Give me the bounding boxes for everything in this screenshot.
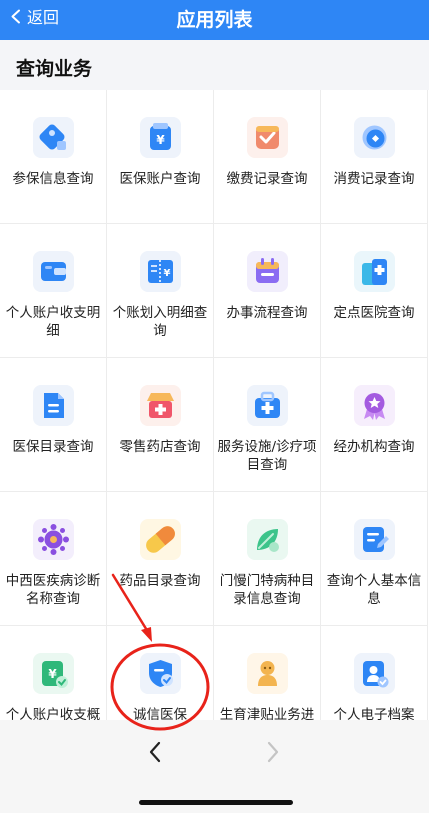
grid-item-personal-info[interactable]: 查询个人基本信息 [321, 492, 428, 626]
grid-item-payment-record[interactable]: 缴费记录查询 [214, 90, 321, 224]
grid-item-label: 医保账户查询 [119, 171, 201, 187]
grid-item-label: 缴费记录查询 [226, 171, 308, 187]
baby-icon [247, 653, 288, 694]
grid-item-service-facility[interactable]: 服务设施/诊疗项目查询 [214, 358, 321, 492]
grid-item-chronic-disease[interactable]: 门慢门特病种目录信息查询 [214, 492, 321, 626]
grid-item-pharmacy-query[interactable]: 零售药店查询 [107, 358, 214, 492]
grid-item-designated-hospital[interactable]: 定点医院查询 [321, 224, 428, 358]
grid-item-catalog-query[interactable]: 医保目录查询 [0, 358, 107, 492]
chevron-right-icon [267, 741, 279, 763]
bottom-nav-bar [0, 720, 429, 813]
grid-item-label: 查询个人基本信息 [326, 573, 422, 607]
wallet-card-icon [33, 251, 74, 292]
yuan-wallet-icon: ¥ [140, 117, 181, 158]
capsule-icon [140, 519, 181, 560]
yuan-ticket-icon: ¥ [140, 251, 181, 292]
payment-record-icon [247, 117, 288, 158]
insured-tag-icon [33, 117, 74, 158]
calendar-icon [247, 251, 288, 292]
grid-item-label: 个人电子档案 [333, 707, 415, 720]
grid-item-label: 参保信息查询 [12, 171, 94, 187]
grid-item-label: 门慢门特病种目录信息查询 [219, 573, 315, 607]
hospital-building-icon [354, 251, 395, 292]
grid-item-diagnosis-name[interactable]: 中西医疾病诊断名称查询 [0, 492, 107, 626]
home-indicator [139, 800, 293, 805]
grid-item-label: 生育津贴业务进 [219, 707, 315, 720]
leaf-icon [247, 519, 288, 560]
person-archive-icon [354, 653, 395, 694]
page-title: 应用列表 [176, 9, 253, 31]
grid-item-label: 个账划入明细查询 [112, 305, 208, 339]
grid-item-label: 服务设施/诊疗项目查询 [217, 439, 317, 473]
section-title: 查询业务 [16, 58, 93, 80]
grid-item-consumption-record[interactable]: 消费记录查询 [321, 90, 428, 224]
chevron-left-icon [149, 741, 161, 763]
pharmacy-icon [140, 385, 181, 426]
grid-item-label: 个人账户收支概 [5, 707, 101, 720]
grid-item-label: 诚信医保 [133, 707, 187, 720]
svg-text:¥: ¥ [156, 133, 165, 147]
grid-item-electronic-archive[interactable]: 个人电子档案 [321, 626, 428, 720]
grid-item-label: 医保目录查询 [12, 439, 94, 455]
coin-icon [354, 117, 395, 158]
service-grid: 参保信息查询 ¥ 医保账户查询 缴费记录查询 消费记录查询 个人账户收支明细 ¥… [0, 90, 429, 720]
grid-item-label: 定点医院查询 [333, 305, 415, 321]
medical-kit-icon [247, 385, 288, 426]
grid-item-account-query[interactable]: ¥ 医保账户查询 [107, 90, 214, 224]
badge-award-icon [354, 385, 395, 426]
grid-item-account-overview[interactable]: ¥ 个人账户收支概 [0, 626, 107, 720]
grid-item-credit-insurance[interactable]: 诚信医保 [107, 626, 214, 720]
grid-item-process-query[interactable]: 办事流程查询 [214, 224, 321, 358]
nav-forward-button[interactable] [258, 738, 288, 766]
grid-item-label: 经办机构查询 [333, 439, 415, 455]
nav-back-button[interactable] [140, 738, 170, 766]
top-bar: 返回 应用列表 [0, 0, 429, 40]
grid-item-drug-catalog[interactable]: 药品目录查询 [107, 492, 214, 626]
yuan-doc-check-icon: ¥ [33, 653, 74, 694]
grid-item-agency-query[interactable]: 经办机构查询 [321, 358, 428, 492]
svg-text:¥: ¥ [164, 268, 171, 279]
grid-item-maternity-allowance[interactable]: 生育津贴业务进 [214, 626, 321, 720]
shield-check-icon [140, 653, 181, 694]
grid-item-label: 个人账户收支明细 [5, 305, 101, 339]
section-header: 查询业务 [0, 40, 429, 90]
virus-icon [33, 519, 74, 560]
grid-item-label: 零售药店查询 [119, 439, 201, 455]
grid-item-label: 中西医疾病诊断名称查询 [5, 573, 101, 607]
grid-item-transfer-detail[interactable]: ¥ 个账划入明细查询 [107, 224, 214, 358]
grid-item-account-detail[interactable]: 个人账户收支明细 [0, 224, 107, 358]
document-icon [33, 385, 74, 426]
grid-item-insured-info[interactable]: 参保信息查询 [0, 90, 107, 224]
grid-item-label: 药品目录查询 [119, 573, 201, 589]
grid-item-label: 消费记录查询 [333, 171, 415, 187]
grid-item-label: 办事流程查询 [226, 305, 308, 321]
profile-document-icon [354, 519, 395, 560]
svg-text:¥: ¥ [48, 667, 57, 681]
